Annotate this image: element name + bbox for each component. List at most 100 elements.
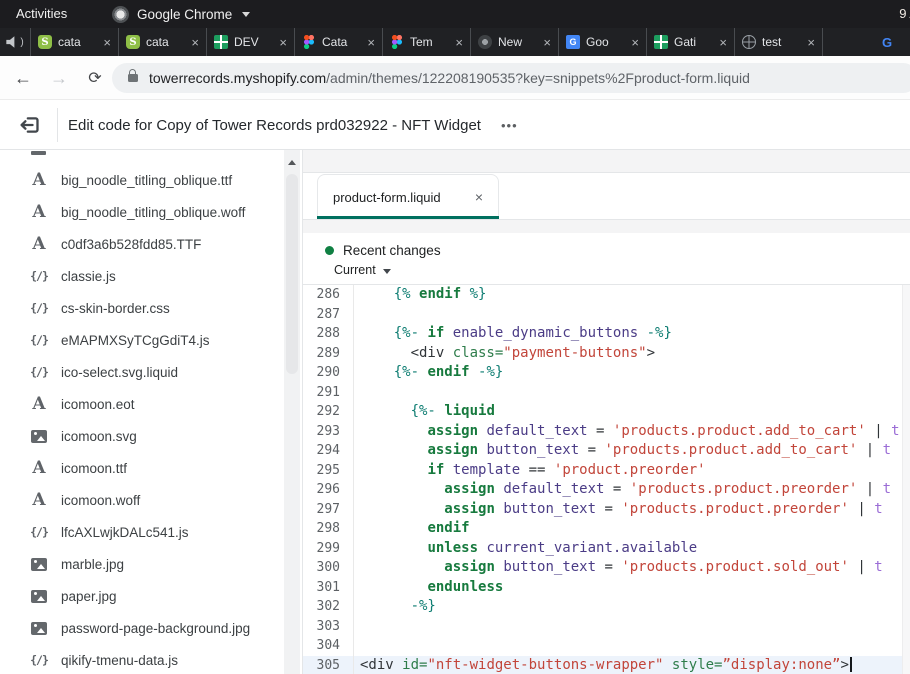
file-item[interactable]: {/}eMAPMXSyTCgGdiT4.js	[0, 324, 302, 356]
exit-code-editor-button[interactable]	[15, 110, 45, 140]
code-line[interactable]: 286 {% endif %}	[303, 285, 910, 305]
browser-tab[interactable]: Cata×	[294, 28, 382, 56]
line-number: 288	[303, 324, 354, 344]
code-line[interactable]: 296 assign default_text = 'products.prod…	[303, 480, 910, 500]
code-line[interactable]: 292 {%- liquid	[303, 402, 910, 422]
address-bar[interactable]: towerrecords.myshopify.com/admin/themes/…	[112, 63, 910, 93]
code-line-text: assign button_text = 'products.product.a…	[354, 441, 891, 461]
browser-tab[interactable]: cata×	[30, 28, 118, 56]
code-area[interactable]: 286 {% endif %}287288 {%- if enable_dyna…	[303, 285, 910, 674]
more-actions-button[interactable]: •••	[499, 114, 520, 137]
code-line[interactable]: 298 endif	[303, 519, 910, 539]
browser-tabs: cata×cata×DEV×Cata×Tem×New×Goo×Gati×test…	[30, 28, 910, 56]
code-line[interactable]: 305<div id="nft-widget-buttons-wrapper" …	[303, 656, 910, 674]
active-app-menu[interactable]: Google Chrome	[112, 0, 250, 28]
code-line[interactable]: 289 <div class="payment-buttons">	[303, 344, 910, 364]
tab-close-icon[interactable]: ×	[807, 36, 815, 49]
file-item[interactable]: {/}qikify-tmenu-data.js	[0, 644, 302, 674]
file-item[interactable]: Ac0df3a6b528fdd85.TTF	[0, 228, 302, 260]
browser-tab[interactable]: Tem×	[382, 28, 470, 56]
browser-toolbar: towerrecords.myshopify.com/admin/themes/…	[0, 56, 910, 100]
tab-close-icon[interactable]: ×	[543, 36, 551, 49]
browser-tab[interactable]	[822, 28, 910, 56]
editor-scrollbar[interactable]	[902, 285, 910, 674]
file-item[interactable]: password-page-background.jpg	[0, 612, 302, 644]
tab-close-icon[interactable]: ×	[191, 36, 199, 49]
file-item[interactable]: {/}ico-select.svg.liquid	[0, 356, 302, 388]
code-editor-panel: product-form.liquid × Recent changes Cur…	[302, 150, 910, 674]
reload-icon[interactable]	[82, 65, 108, 91]
file-item[interactable]: paper.jpg	[0, 580, 302, 612]
editor-tab-label: product-form.liquid	[333, 190, 441, 205]
version-dropdown[interactable]: Current	[303, 258, 910, 277]
code-line[interactable]: 287	[303, 305, 910, 325]
file-item[interactable]: Abig_noodle_titling_oblique.ttf	[0, 164, 302, 196]
line-number: 290	[303, 363, 354, 383]
code-line[interactable]: 297 assign button_text = 'products.produ…	[303, 500, 910, 520]
chevron-down-icon	[242, 12, 250, 17]
tab-close-icon[interactable]: ×	[103, 36, 111, 49]
page-url[interactable]: towerrecords.myshopify.com/admin/themes/…	[149, 70, 750, 86]
editor-tab-bar: product-form.liquid ×	[303, 172, 910, 220]
sheets-favicon	[654, 35, 668, 49]
figma-favicon	[302, 35, 316, 49]
file-item[interactable]: icomoon.svg	[0, 420, 302, 452]
scroll-up-icon[interactable]	[288, 160, 296, 165]
image-file-icon	[28, 430, 50, 443]
code-line[interactable]: 303	[303, 617, 910, 637]
image-file-icon	[28, 558, 50, 571]
code-line[interactable]: 293 assign default_text = 'products.prod…	[303, 422, 910, 442]
code-line[interactable]: 295 if template == 'product.preorder'	[303, 461, 910, 481]
system-top-bar: Activities Google Chrome 9 A	[0, 0, 910, 28]
image-file-icon	[28, 622, 50, 635]
browser-tab[interactable]: Goo×	[558, 28, 646, 56]
browser-tab[interactable]: New×	[470, 28, 558, 56]
system-clock[interactable]: 9 A	[899, 0, 910, 28]
code-line[interactable]: 301 endunless	[303, 578, 910, 598]
file-item[interactable]: Aicomoon.eot	[0, 388, 302, 420]
browser-tab[interactable]: DEV×	[206, 28, 294, 56]
tab-close-icon[interactable]: ×	[455, 36, 463, 49]
activities-button[interactable]: Activities	[16, 0, 67, 28]
tab-close-icon[interactable]: ×	[367, 36, 375, 49]
code-line-text: assign button_text = 'products.product.p…	[354, 500, 883, 520]
browser-tab[interactable]: Gati×	[646, 28, 734, 56]
back-icon[interactable]	[10, 65, 36, 91]
file-item[interactable]: Abig_noodle_titling_oblique.woff	[0, 196, 302, 228]
code-line[interactable]: 294 assign button_text = 'products.produ…	[303, 441, 910, 461]
file-item[interactable]: {/}classie.js	[0, 260, 302, 292]
code-line-text: <div id="nft-widget-buttons-wrapper" sty…	[354, 656, 852, 674]
file-name: c0df3a6b528fdd85.TTF	[61, 237, 201, 252]
code-line[interactable]: 299 unless current_variant.available	[303, 539, 910, 559]
editor-tab-product-form[interactable]: product-form.liquid ×	[317, 174, 499, 219]
file-item[interactable]: Aicomoon.woff	[0, 484, 302, 516]
script-file-icon: {/}	[28, 525, 50, 539]
file-name: cs-skin-border.css	[61, 301, 170, 316]
file-item[interactable]: Aicomoon.ttf	[0, 452, 302, 484]
code-line-text: assign default_text = 'products.product.…	[354, 480, 891, 500]
shopify-favicon	[126, 35, 140, 49]
code-line[interactable]: 290 {%- endif -%}	[303, 363, 910, 383]
tab-close-icon[interactable]: ×	[475, 189, 483, 205]
sidebar-scrollbar[interactable]	[284, 150, 300, 674]
code-line[interactable]: 304	[303, 636, 910, 656]
file-item[interactable]: {/}cs-skin-border.css	[0, 292, 302, 324]
code-line[interactable]: 288 {%- if enable_dynamic_buttons -%}	[303, 324, 910, 344]
tab-close-icon[interactable]: ×	[279, 36, 287, 49]
code-line[interactable]: 291	[303, 383, 910, 403]
file-item[interactable]: {/}lfcAXLwjkDALc541.js	[0, 516, 302, 548]
forward-icon[interactable]	[46, 65, 72, 91]
line-number: 295	[303, 461, 354, 481]
code-line[interactable]: 302 -%}	[303, 597, 910, 617]
tab-close-icon[interactable]: ×	[719, 36, 727, 49]
browser-tab[interactable]: cata×	[118, 28, 206, 56]
tab-close-icon[interactable]: ×	[631, 36, 639, 49]
code-line[interactable]: 300 assign button_text = 'products.produ…	[303, 558, 910, 578]
page-title: Edit code for Copy of Tower Records prd0…	[68, 117, 481, 134]
url-domain: towerrecords.myshopify.com	[149, 70, 326, 86]
lock-icon[interactable]	[128, 74, 138, 82]
code-line-text: if template == 'product.preorder'	[354, 461, 706, 481]
file-item[interactable]: marble.jpg	[0, 548, 302, 580]
browser-tab[interactable]: test×	[734, 28, 822, 56]
scrollbar-thumb[interactable]	[286, 174, 298, 374]
